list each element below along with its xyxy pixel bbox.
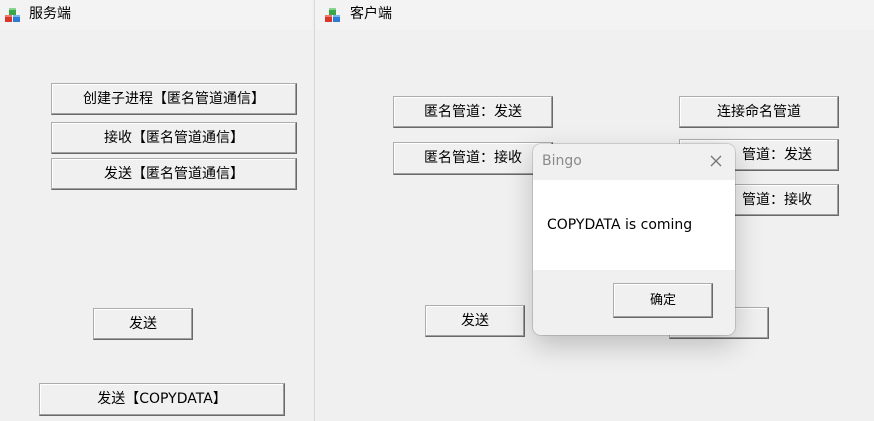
anon-pipe-receive-label: 匿名管道：接收 [424, 150, 522, 166]
create-child-process-label: 创建子进程【匿名管道通信】 [83, 91, 265, 107]
named-pipe-send-label: 管道：发送 [742, 147, 812, 163]
connect-named-pipe-label: 连接命名管道 [717, 104, 801, 120]
send-copydata-label: 发送【COPYDATA】 [97, 391, 227, 407]
server-send-button[interactable]: 发送 [93, 308, 193, 340]
client-titlebar[interactable]: 客户端 [315, 0, 874, 30]
close-icon[interactable] [705, 150, 727, 172]
create-child-process-button[interactable]: 创建子进程【匿名管道通信】 [51, 83, 297, 115]
send-anon-pipe-label: 发送【匿名管道通信】 [104, 166, 244, 182]
ok-button[interactable]: 确定 [613, 283, 713, 318]
app-cubes-icon [325, 8, 340, 22]
dialog-title: Bingo [542, 153, 582, 169]
receive-anon-pipe-label: 接收【匿名管道通信】 [104, 130, 244, 146]
dialog-body: COPYDATA is coming [533, 180, 735, 270]
anon-pipe-send-button[interactable]: 匿名管道：发送 [393, 96, 553, 128]
send-anon-pipe-button[interactable]: 发送【匿名管道通信】 [51, 158, 297, 190]
dialog-message: COPYDATA is coming [547, 217, 693, 233]
client-send-button[interactable]: 发送 [425, 305, 525, 337]
receive-anon-pipe-button[interactable]: 接收【匿名管道通信】 [51, 122, 297, 154]
app-cubes-icon [5, 8, 20, 22]
anon-pipe-receive-button[interactable]: 匿名管道：接收 [393, 142, 553, 175]
server-send-label: 发送 [129, 316, 157, 332]
send-copydata-button[interactable]: 发送【COPYDATA】 [39, 383, 285, 416]
named-pipe-receive-label: 管道：接收 [742, 192, 812, 208]
dialog-titlebar[interactable]: Bingo [533, 144, 735, 180]
client-title: 客户端 [350, 6, 392, 22]
ok-button-label: 确定 [649, 293, 676, 308]
dialog-footer: 确定 [533, 270, 735, 335]
server-title: 服务端 [29, 6, 71, 22]
connect-named-pipe-button[interactable]: 连接命名管道 [679, 96, 839, 128]
server-window: 服务端 创建子进程【匿名管道通信】 接收【匿名管道通信】 发送【匿名管道通信】 … [0, 0, 312, 421]
message-dialog: Bingo COPYDATA is coming 确定 [533, 144, 735, 335]
client-send-label: 发送 [461, 313, 489, 329]
anon-pipe-send-label: 匿名管道：发送 [424, 104, 522, 120]
server-titlebar[interactable]: 服务端 [0, 0, 312, 30]
